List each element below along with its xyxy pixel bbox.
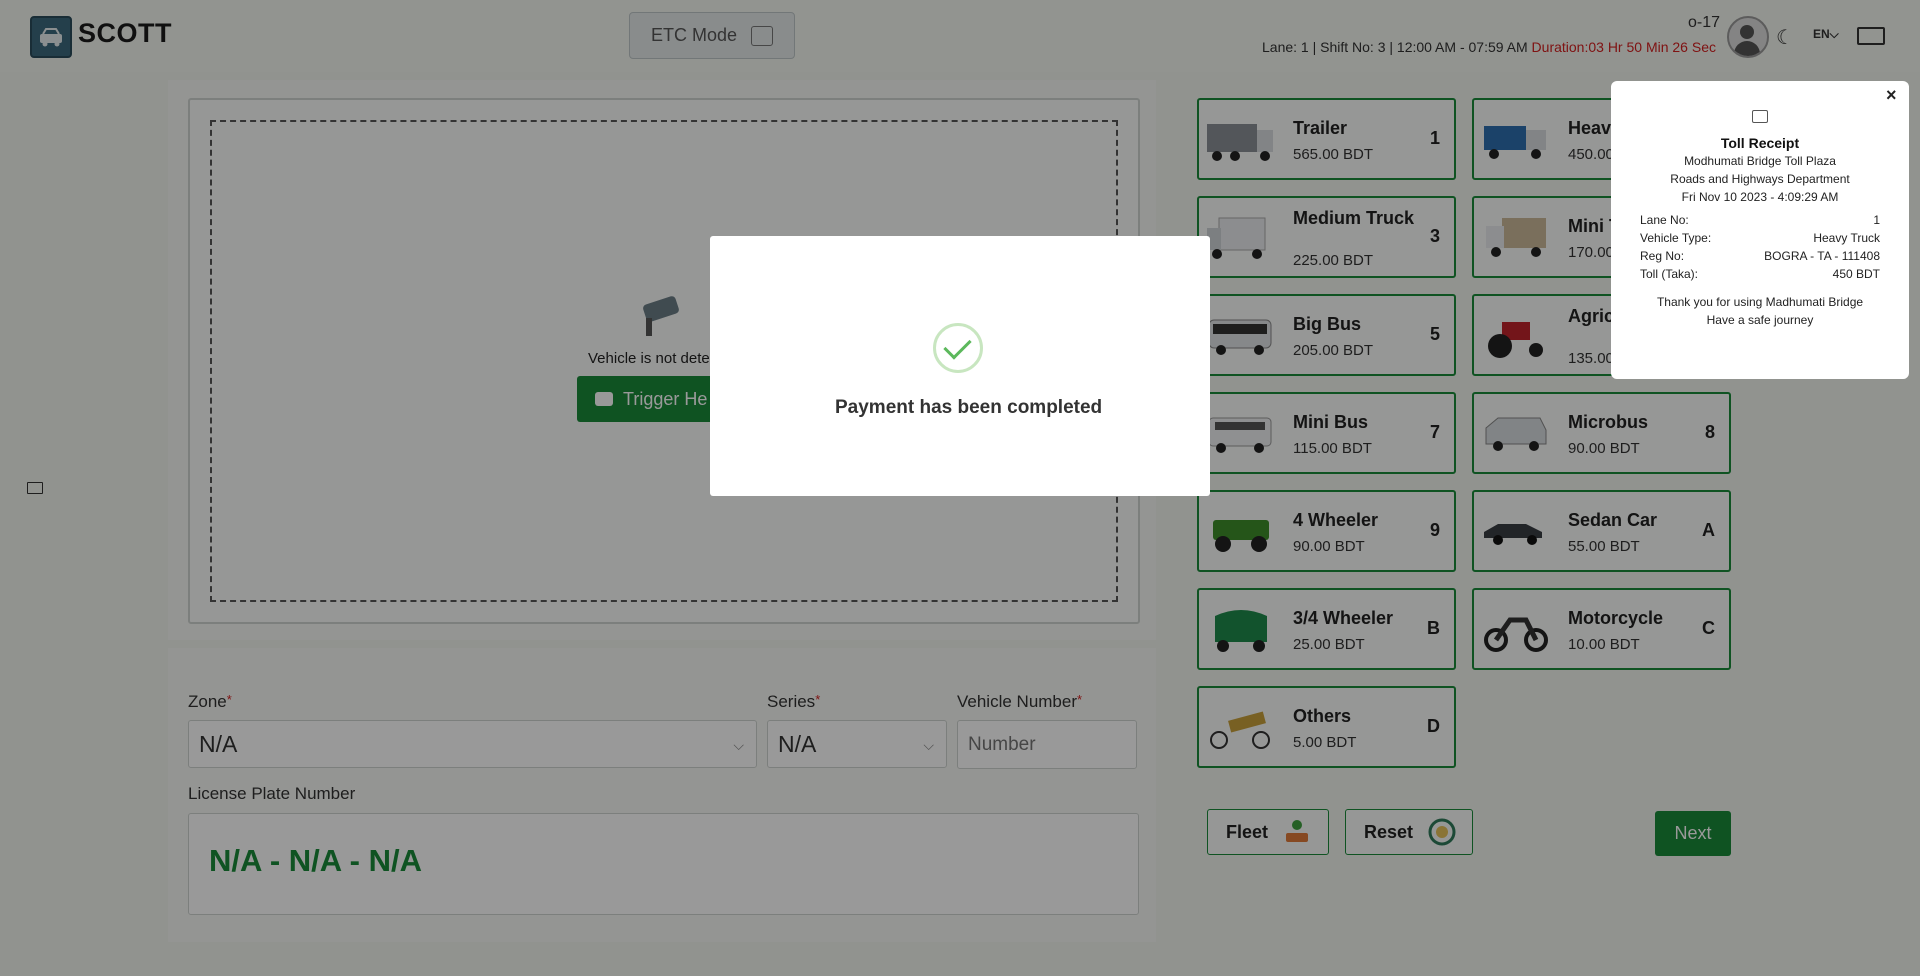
receipt-row: Toll (Taka): 450 BDT	[1640, 267, 1880, 281]
receipt-row-value: 1	[1873, 213, 1880, 227]
receipt-thanks: Thank you for using Madhumati Bridge	[1656, 295, 1864, 309]
receipt-row-label: Reg No:	[1640, 249, 1685, 263]
receipt-title: Toll Receipt	[1720, 135, 1800, 151]
receipt-row: Vehicle Type: Heavy Truck	[1640, 231, 1880, 245]
receipt-row-value: Heavy Truck	[1813, 231, 1880, 245]
receipt-row-label: Toll (Taka):	[1640, 267, 1699, 281]
print-icon[interactable]	[1752, 110, 1768, 123]
receipt-row: Reg No: BOGRA - TA - 111408	[1640, 249, 1880, 263]
receipt-row-value: BOGRA - TA - 111408	[1764, 249, 1880, 263]
success-check-icon	[933, 323, 983, 373]
receipt-plaza: Modhumati Bridge Toll Plaza	[1684, 154, 1836, 168]
receipt-journey: Have a safe journey	[1706, 313, 1814, 327]
receipt-row: Lane No: 1	[1640, 213, 1880, 227]
close-icon[interactable]: ×	[1886, 85, 1897, 106]
receipt-row-label: Lane No:	[1640, 213, 1689, 227]
receipt-row-label: Vehicle Type:	[1640, 231, 1712, 245]
receipt-department: Roads and Highways Department	[1670, 172, 1850, 186]
receipt-datetime: Fri Nov 10 2023 - 4:09:29 AM	[1681, 190, 1839, 204]
receipt-row-value: 450 BDT	[1832, 267, 1880, 281]
payment-message: Payment has been completed	[835, 397, 1103, 418]
toll-receipt-popup	[1611, 81, 1909, 379]
